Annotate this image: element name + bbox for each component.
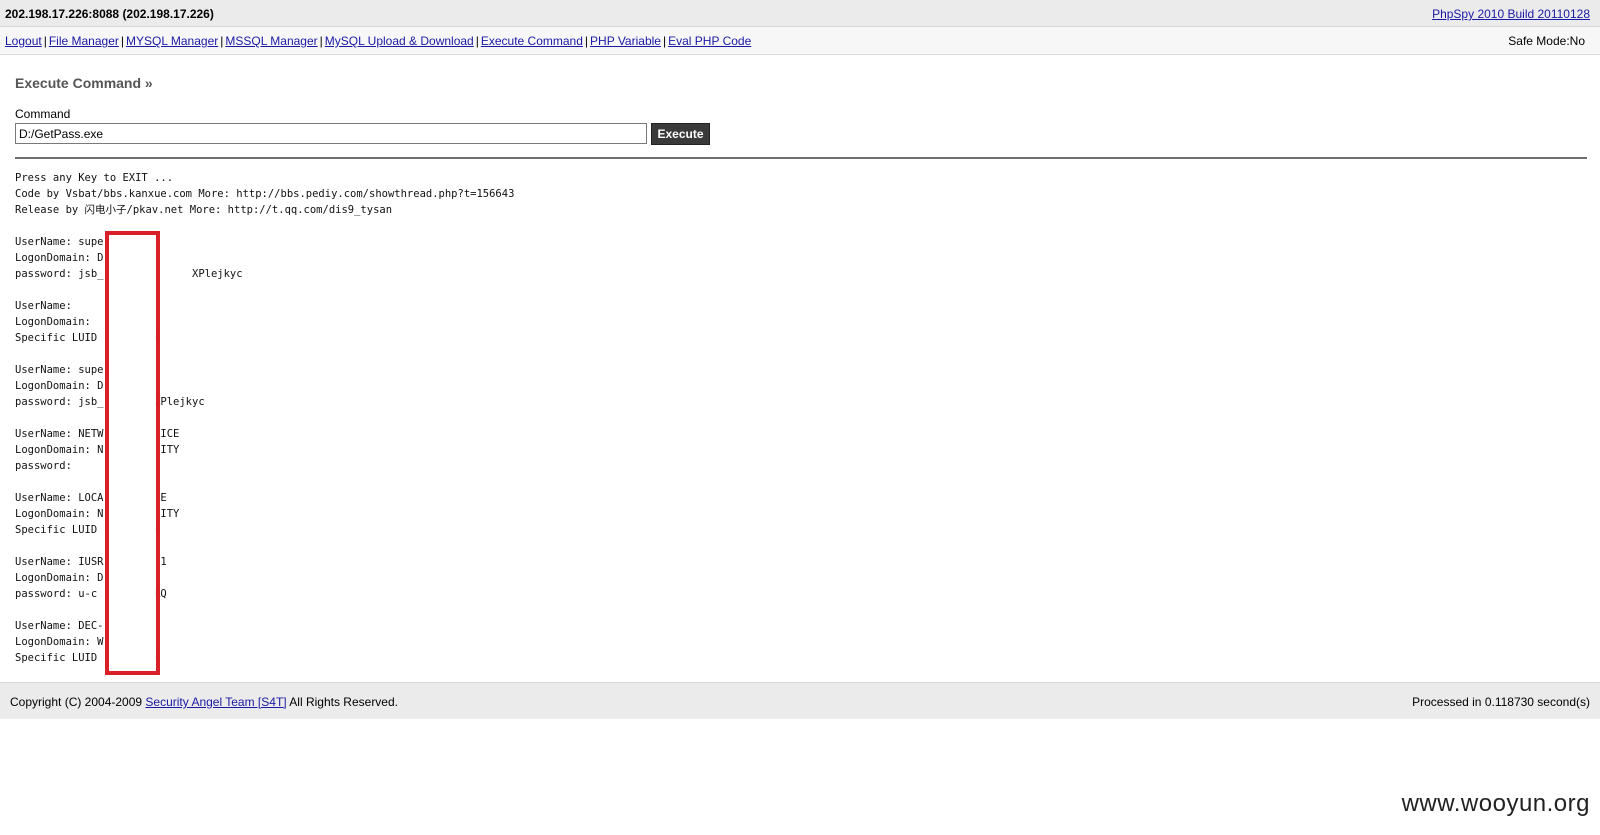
server-host: 202.198.17.226:8088 (202.198.17.226) xyxy=(5,7,214,21)
output-line: password: jsb_ XPlejkyc xyxy=(15,396,205,408)
phpspy-version-link[interactable]: PhpSpy 2010 Build 20110128 xyxy=(1432,7,1590,21)
nav-separator: | xyxy=(220,34,224,48)
output-line: UserName: DEC- xyxy=(15,620,104,632)
output-line: LogonDomain: D xyxy=(15,380,104,392)
nav-mysql-manager[interactable]: MYSQL Manager xyxy=(126,34,218,48)
output-line: Press any Key to EXIT ... xyxy=(15,172,174,184)
output-line: Specific LUID d xyxy=(15,524,161,536)
footer: Copyright (C) 2004-2009 Security Angel T… xyxy=(0,682,1600,719)
processed-time: Processed in 0.118730 second(s) xyxy=(1412,695,1590,709)
output-line: LogonDomain: N ITY xyxy=(15,444,180,456)
rights-text: All Rights Reserved. xyxy=(289,695,398,709)
output-line: LogonDomain: D xyxy=(15,572,104,584)
output-line: password: xyxy=(15,460,72,472)
nav-php-variable[interactable]: PHP Variable xyxy=(590,34,661,48)
command-label: Command xyxy=(15,107,71,121)
nav-logout[interactable]: Logout xyxy=(5,34,42,48)
output-line: UserName: xyxy=(15,300,72,312)
command-input[interactable] xyxy=(15,123,647,144)
divider xyxy=(15,157,1587,159)
output-line: UserName: IUSR 1 xyxy=(15,556,167,568)
nav-separator: | xyxy=(584,34,589,48)
top-bar: 202.198.17.226:8088 (202.198.17.226) Php… xyxy=(0,0,1600,27)
nav-mssql-manager[interactable]: MSSQL Manager xyxy=(225,34,317,48)
output-line: UserName: NETW ICE xyxy=(15,428,180,440)
output-line: password: u-c RQ xyxy=(15,588,167,600)
output-line: LogonDomain: xyxy=(15,316,91,328)
output-line: Code by Vsbat/bbs.kanxue.com More: http:… xyxy=(15,188,515,200)
nav-bar: Logout | File Manager | MYSQL Manager | MSSQL … xyxy=(0,27,1600,55)
output-line: UserName: LOCA E xyxy=(15,492,167,504)
output-line: password: jsb_ XPlejkyc xyxy=(15,268,243,280)
nav-links: Logout | File Manager | MYSQL Manager | MSSQL … xyxy=(5,34,751,48)
nav-separator: | xyxy=(662,34,667,48)
output-line: LogonDomain: W xyxy=(15,636,104,648)
output-line: LogonDomain: D xyxy=(15,252,104,264)
nav-separator: | xyxy=(319,34,323,48)
team-link[interactable]: Security Angel Team [S4T] xyxy=(145,695,286,709)
output-line: LogonDomain: N ITY xyxy=(15,508,180,520)
command-output: Press any Key to EXIT ... Code by Vsbat/b… xyxy=(15,170,1215,666)
nav-execute-command[interactable]: Execute Command xyxy=(481,34,583,48)
execute-button[interactable]: Execute xyxy=(651,123,710,145)
output-line: UserName: super xyxy=(15,364,110,376)
output-line: UserName: super xyxy=(15,236,110,248)
output-line: Specific LUID d xyxy=(15,332,161,344)
highlight-box xyxy=(105,231,160,675)
nav-eval-php-code[interactable]: Eval PHP Code xyxy=(668,34,751,48)
output-line: Specific LUID d xyxy=(15,652,161,664)
output-line: Release by 闪电小子/pkav.net More: http://t.… xyxy=(15,204,393,216)
watermark: www.wooyun.org xyxy=(1401,790,1590,817)
copyright: Copyright (C) 2004-2009 Security Angel T… xyxy=(10,695,398,709)
nav-mysql-upload-download[interactable]: MySQL Upload & Download xyxy=(325,34,474,48)
nav-file-manager[interactable]: File Manager xyxy=(49,34,119,48)
page-title: Execute Command » xyxy=(15,75,153,91)
safe-mode-status: Safe Mode:No xyxy=(1508,34,1585,48)
nav-separator: | xyxy=(120,34,124,48)
nav-separator: | xyxy=(475,34,479,48)
nav-separator: | xyxy=(43,34,47,48)
copyright-prefix: Copyright (C) 2004-2009 xyxy=(10,695,143,709)
